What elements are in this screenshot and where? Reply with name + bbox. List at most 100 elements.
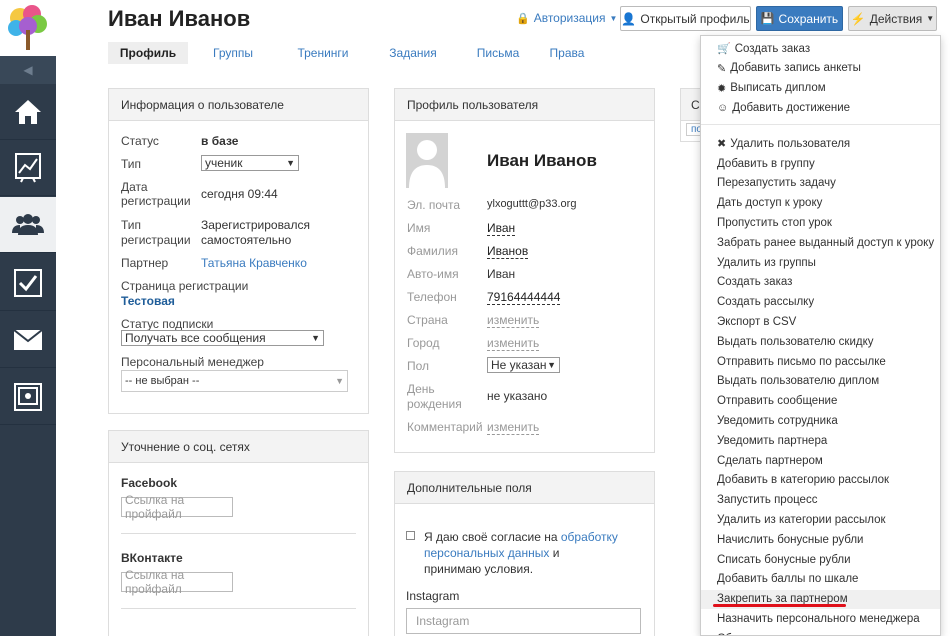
menu-item[interactable]: Сбросить персонального менеджера — [701, 629, 940, 635]
menu-item-label: Списать бонусные рубли — [717, 553, 851, 566]
menu-item[interactable]: Создать рассылку — [701, 293, 940, 312]
menu-divider — [701, 124, 940, 126]
tab-groups[interactable]: Группы — [188, 42, 278, 64]
sidebar: ◀ — [0, 0, 56, 636]
sidebar-item-stats[interactable] — [0, 140, 56, 196]
menu-item[interactable]: Уведомить партнера — [701, 431, 940, 450]
auth-dropdown-link[interactable]: 🔒 Авторизация ▼ — [516, 11, 617, 25]
comment-label: Комментарий — [407, 420, 483, 434]
country-field[interactable]: изменить — [487, 313, 540, 328]
city-field[interactable]: изменить — [487, 336, 540, 351]
consent-link[interactable]: персональных данных — [424, 546, 549, 560]
phone-value: 79164444444 — [487, 290, 561, 305]
tab-rights[interactable]: Права — [538, 42, 596, 64]
logo[interactable] — [0, 0, 56, 56]
facebook-input[interactable]: Ссылка на пройфайл — [121, 493, 233, 521]
country-label: Страна — [407, 313, 448, 327]
menu-item[interactable]: Экспорт в CSV — [701, 312, 940, 331]
menu-item[interactable]: ✖ Удалить пользователя — [701, 134, 940, 153]
sidebar-item-safe[interactable] — [0, 369, 56, 425]
envelope-icon — [14, 329, 42, 350]
menu-item-label: Выписать диплом — [730, 82, 826, 95]
reg-date-label-2: регистрации — [121, 194, 191, 208]
first-name-field[interactable]: Иван — [487, 221, 516, 236]
sidebar-item-users[interactable] — [0, 197, 56, 253]
menu-item[interactable]: Добавить баллы по шкале — [701, 570, 940, 589]
chart-icon — [15, 152, 41, 182]
menu-item-label: Выдать пользователю диплом — [717, 375, 880, 388]
sidebar-collapse-toggle[interactable]: ◀ — [0, 56, 56, 84]
gender-select[interactable]: Не указан ▼ — [487, 357, 560, 373]
gender-select-value: Не указан — [491, 358, 547, 372]
menu-item-label: Сделать партнером — [717, 454, 823, 467]
user-silhouette-icon — [409, 140, 445, 188]
status-label: Статус — [121, 134, 159, 148]
panel-title: Уточнение о соц. сетях — [109, 431, 368, 463]
menu-item[interactable]: Пропустить стоп урок — [701, 213, 940, 232]
comment-field[interactable]: изменить — [487, 420, 540, 435]
save-button[interactable]: 💾 Сохранить — [756, 6, 843, 31]
type-select[interactable]: ученик ▼ — [201, 155, 299, 171]
tab-trainings[interactable]: Тренинги — [278, 42, 368, 64]
menu-item-label: Добавить в группу — [717, 157, 815, 170]
menu-item[interactable]: Списать бонусные рубли — [701, 550, 940, 569]
menu-item[interactable]: Создать заказ — [701, 273, 940, 292]
menu-item[interactable]: Начислить бонусные рубли — [701, 530, 940, 549]
sidebar-item-home[interactable] — [0, 84, 56, 140]
menu-item-label: Отправить письмо по рассылке — [717, 355, 886, 368]
menu-item-label: Дать доступ к уроку — [717, 197, 823, 210]
gender-label: Пол — [407, 359, 430, 373]
menu-item[interactable]: Удалить из группы — [701, 253, 940, 272]
last-name-field[interactable]: Иванов — [487, 244, 529, 259]
menu-item[interactable]: Выдать пользователю диплом — [701, 372, 940, 391]
instagram-label: Instagram — [406, 589, 460, 603]
birthday-value[interactable]: не указано — [487, 389, 547, 403]
menu-item[interactable]: Перезапустить задачу — [701, 174, 940, 193]
vk-input[interactable]: Ссылка на пройфайл — [121, 568, 233, 596]
menu-item[interactable]: Дать доступ к уроку — [701, 194, 940, 213]
menu-item[interactable]: Сделать партнером — [701, 451, 940, 470]
manager-select[interactable]: -- не выбран -- ▼ — [121, 370, 348, 392]
city-value: изменить — [487, 336, 540, 351]
menu-item[interactable]: Добавить в категорию рассылок — [701, 471, 940, 490]
menu-item-label: Добавить достижение — [732, 101, 851, 114]
smile-icon: ☺ — [717, 101, 729, 114]
actions-button[interactable]: ⚡ Действия ▼ — [848, 6, 937, 31]
sidebar-item-messages[interactable] — [0, 312, 56, 368]
tab-profile[interactable]: Профиль — [108, 42, 188, 64]
menu-item[interactable]: ✹ Выписать диплом — [701, 79, 940, 98]
menu-item[interactable]: Забрать ранее выданный доступ к уроку — [701, 233, 940, 252]
menu-item[interactable]: Отправить письмо по рассылке — [701, 352, 940, 371]
menu-item[interactable]: Удалить из категории рассылок — [701, 510, 940, 529]
consent-checkbox[interactable] — [406, 531, 415, 540]
menu-item[interactable]: Назначить персонального менеджера — [701, 609, 940, 628]
lock-icon: 🔒 — [516, 12, 530, 25]
reg-page-link[interactable]: Тестовая — [121, 294, 175, 308]
instagram-input[interactable]: Instagram — [406, 608, 641, 634]
open-profile-button[interactable]: 👤 Открытый профиль — [620, 6, 751, 31]
menu-item[interactable]: Выдать пользователю скидку — [701, 332, 940, 351]
type-select-value: ученик — [205, 156, 243, 170]
menu-item[interactable]: ☺ Добавить достижение — [701, 98, 940, 117]
consent-link[interactable]: обработку — [561, 530, 618, 544]
volume-icon: ◀ — [23, 63, 33, 77]
menu-item-label: Создать рассылку — [717, 296, 815, 309]
tab-letters[interactable]: Письма — [458, 42, 538, 64]
first-name-label: Имя — [407, 221, 431, 235]
panel-title: Дополнительные поля — [395, 472, 654, 504]
birthday-label-1: День — [407, 382, 435, 396]
menu-item[interactable]: Добавить в группу — [701, 154, 940, 173]
auth-label: Авторизация — [533, 11, 606, 25]
menu-item[interactable]: Отправить сообщение — [701, 392, 940, 411]
menu-item[interactable]: Запустить процесс — [701, 491, 940, 510]
subscription-select[interactable]: Получать все сообщения ▼ — [121, 330, 324, 346]
sidebar-item-tasks[interactable] — [0, 255, 56, 311]
last-name-value: Иванов — [487, 244, 529, 259]
menu-item[interactable]: ✎ Добавить запись анкеты — [701, 59, 940, 78]
menu-item[interactable]: 🛒 Создать заказ — [701, 39, 940, 58]
tab-tasks[interactable]: Задания — [368, 42, 458, 64]
partner-link[interactable]: Татьяна Кравченко — [201, 256, 307, 270]
avatar[interactable] — [406, 133, 448, 188]
menu-item[interactable]: Уведомить сотрудника — [701, 411, 940, 430]
phone-field[interactable]: 79164444444 — [487, 290, 561, 305]
